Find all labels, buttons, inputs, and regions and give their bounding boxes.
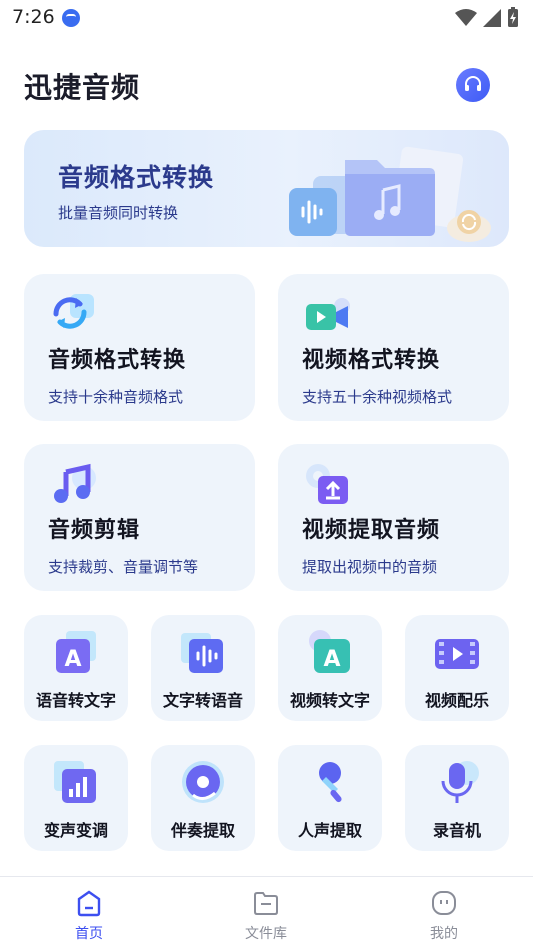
folder-icon [254,892,278,915]
customer-service-button[interactable] [456,68,490,102]
banner-title: 音频格式转换 [58,163,215,192]
home-icon [77,890,101,917]
bottom-navigation: 首页 文件库 我的 [0,876,533,948]
audio-convert-icon [53,294,94,329]
banner-subtitle: 批量音频同时转换 [58,204,179,222]
tool-label: 语音转文字 [35,691,116,710]
tool-video-music[interactable]: 视频配乐 [405,615,509,721]
card-subtitle: 支持十余种音频格式 [48,388,184,406]
card-video-format-convert[interactable]: 视频格式转换 支持五十余种视频格式 [278,274,509,421]
tool-recorder[interactable]: 录音机 [405,745,509,851]
nav-profile[interactable]: 我的 [384,877,504,948]
status-bar: 7:26 [0,0,533,36]
card-title: 视频格式转换 [302,348,441,373]
vinyl-disc-icon [182,761,224,803]
tool-speech-to-text[interactable]: A 语音转文字 [24,615,128,721]
banner-audio-format-convert[interactable]: 音频格式转换 批量音频同时转换 [24,130,509,247]
speech-to-text-icon: A [56,631,96,673]
battery-icon [508,7,518,27]
video-to-text-icon: A [309,630,350,673]
nav-home[interactable]: 首页 [29,877,149,948]
recorder-icon [441,761,479,803]
card-audio-format-convert[interactable]: 音频格式转换 支持十余种音频格式 [24,274,255,421]
nav-label: 我的 [430,926,458,942]
tool-video-to-text[interactable]: A 视频转文字 [278,615,382,721]
card-subtitle: 支持五十余种视频格式 [302,388,453,406]
tool-accompaniment-extract[interactable]: 伴奏提取 [151,745,255,851]
card-video-extract-audio[interactable]: 视频提取音频 提取出视频中的音频 [278,444,509,591]
tool-label: 视频转文字 [289,691,370,710]
status-time: 7:26 [12,6,55,28]
wifi-icon [455,9,477,26]
tool-label: 伴奏提取 [170,821,235,840]
text-to-speech-icon [181,633,223,673]
tool-vocal-extract[interactable]: 人声提取 [278,745,382,851]
notification-app-icon [62,9,80,27]
profile-icon [432,891,456,915]
headset-icon [465,76,481,91]
card-audio-edit[interactable]: 音频剪辑 支持裁剪、音量调节等 [24,444,255,591]
card-title: 视频提取音频 [302,518,441,543]
nav-file-library[interactable]: 文件库 [206,877,326,948]
tool-label: 视频配乐 [424,691,489,710]
card-title: 音频剪辑 [48,518,141,543]
svg-text:A: A [64,647,81,672]
card-subtitle: 支持裁剪、音量调节等 [48,558,199,576]
status-indicators [455,7,519,27]
app-title: 迅捷音频 [24,71,141,104]
film-strip-icon [435,639,479,669]
card-subtitle: 提取出视频中的音频 [302,558,438,576]
microphone-icon [319,762,342,803]
tool-label: 录音机 [432,821,481,840]
music-note-icon [54,463,96,503]
tool-voice-change[interactable]: 变声变调 [24,745,128,851]
svg-text:A: A [323,647,340,672]
video-camera-icon [306,298,350,330]
tool-text-to-speech[interactable]: 文字转语音 [151,615,255,721]
tool-label: 文字转语音 [162,691,243,710]
tool-label: 人声提取 [297,821,362,840]
signal-icon [483,9,501,27]
tool-label: 变声变调 [43,821,108,840]
nav-label: 文件库 [245,926,287,942]
extract-audio-icon [306,464,348,504]
nav-label: 首页 [75,926,103,942]
voice-change-icon [54,761,96,803]
card-title: 音频格式转换 [48,348,187,373]
folder-music-illustration-icon [289,146,491,242]
